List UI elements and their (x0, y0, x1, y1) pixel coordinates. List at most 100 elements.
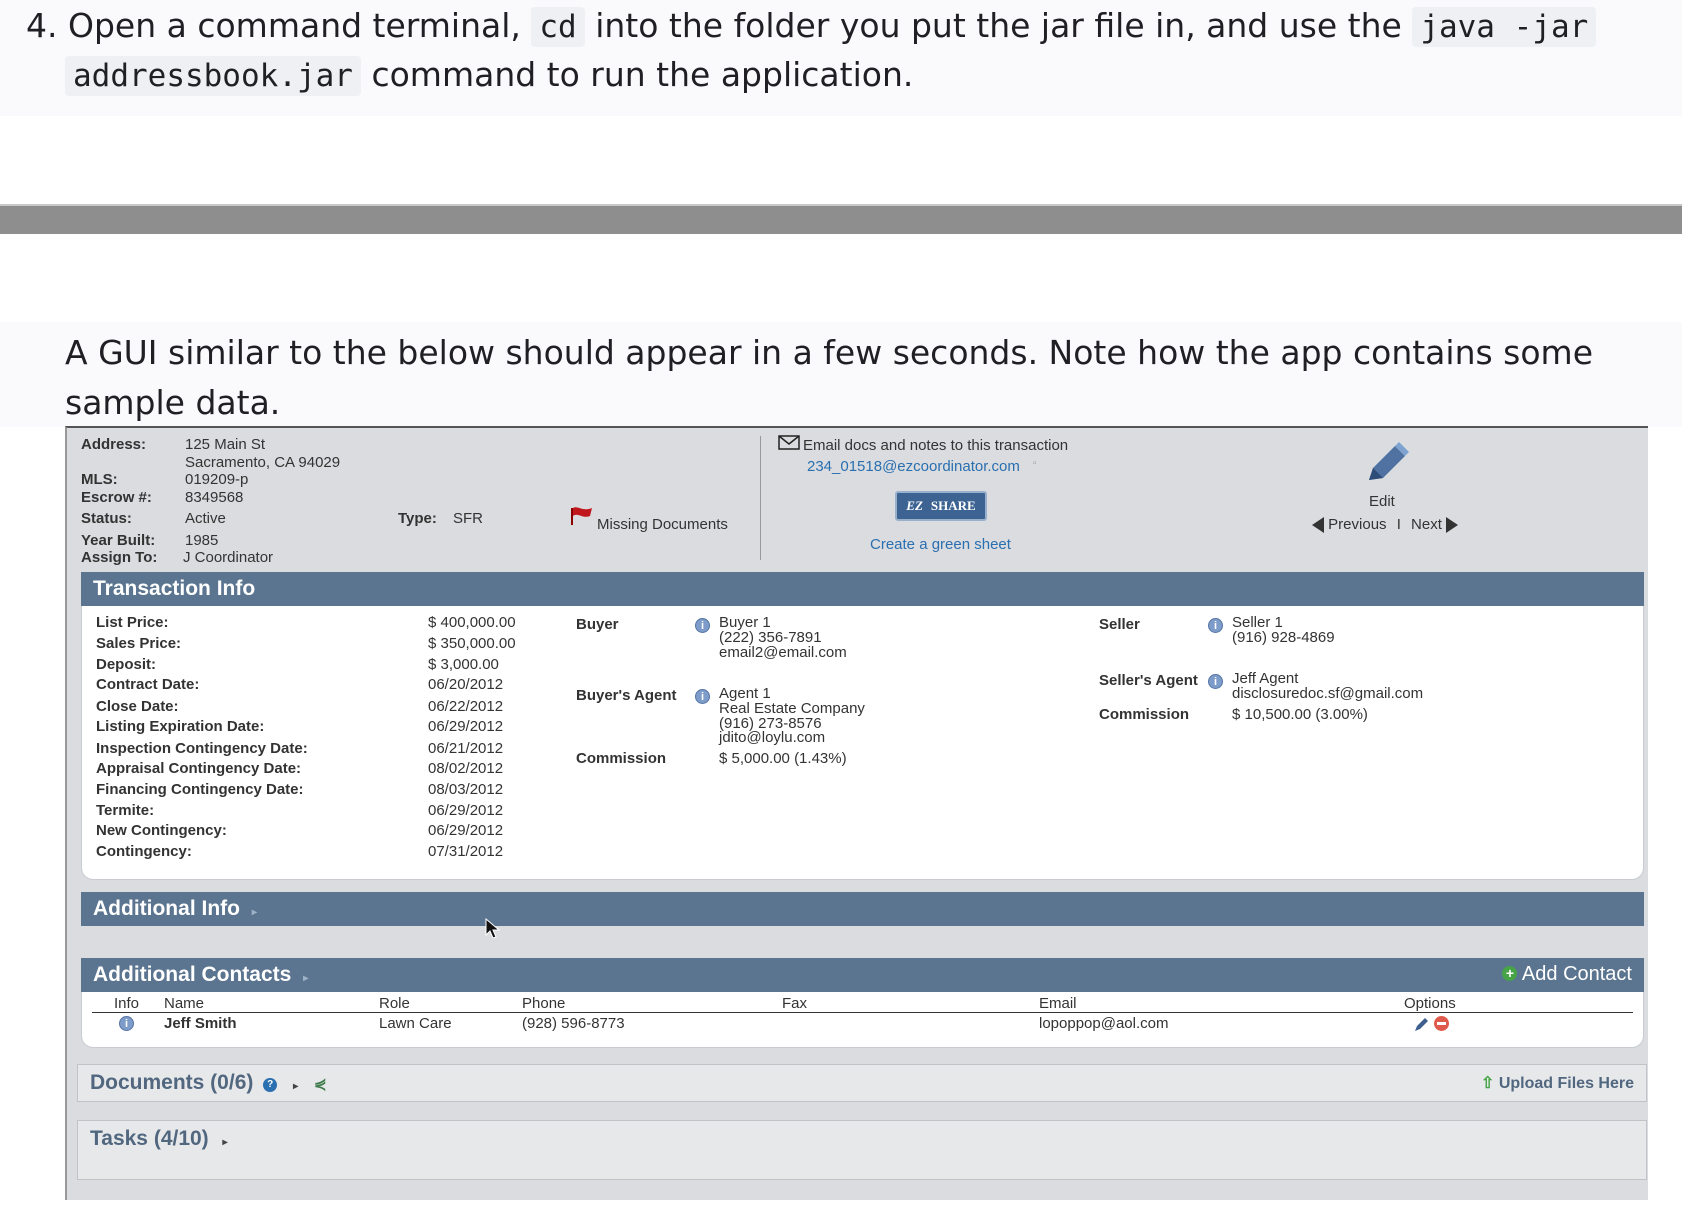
transaction-info-panel: List Price: $ 400,000.00 Sales Price: $ 350… (81, 606, 1644, 880)
previous-link[interactable]: Previous (1328, 516, 1386, 533)
contact-phone: (928) 596-8773 (522, 1015, 625, 1032)
col-fax: Fax (782, 995, 808, 1012)
documents-title: Documents (0/6) (90, 1071, 254, 1094)
transaction-row-value: 06/29/2012 (428, 802, 504, 819)
col-name: Name (164, 995, 205, 1012)
address-label: Address: (81, 436, 147, 453)
buyer-label: Buyer (576, 616, 619, 633)
transaction-row-value: 06/22/2012 (428, 698, 504, 715)
transaction-info-header[interactable]: Transaction Info (81, 572, 1644, 606)
red-flag-icon (570, 506, 594, 531)
copy-icon[interactable]: ▫ (1033, 458, 1037, 469)
share-label: SHARE (930, 498, 976, 513)
transaction-row-value: 07/31/2012 (428, 843, 504, 860)
step-text-part1: Open a command terminal, (68, 6, 521, 45)
step-line-2: addressbook.jar command to run the appli… (65, 55, 913, 96)
documents-help-icon[interactable]: ? (263, 1078, 278, 1092)
transaction-row-value: $ 350,000.00 (428, 635, 516, 652)
additional-info-header[interactable]: Additional Info ▸ (81, 892, 1644, 926)
code-addressbook-jar: addressbook.jar (65, 56, 361, 96)
missing-documents-link[interactable]: Missing Documents (597, 516, 728, 533)
step-line-1: 4. Open a command terminal, cd into the … (26, 6, 1597, 47)
intro-text: A GUI similar to the below should appear… (65, 333, 1594, 422)
seller-commission-value: $ 10,500.00 (3.00%) (1232, 706, 1368, 723)
assign-to-label: Assign To: (81, 549, 158, 566)
seller-commission-label: Commission (1099, 706, 1190, 723)
transaction-row-label: Contingency: (96, 843, 192, 860)
spacer (0, 116, 1682, 204)
expand-arrow-icon[interactable]: ▸ (293, 1081, 298, 1092)
bottom-cutoff (0, 1200, 1682, 1214)
add-contact-button[interactable]: + Add Contact (1502, 963, 1632, 986)
contact-role: Lawn Care (379, 1015, 452, 1032)
escrow-label: Escrow #: (81, 489, 152, 506)
additional-contacts-title: Additional Contacts (93, 963, 292, 986)
horizontal-divider (0, 204, 1682, 234)
transaction-row-label: Appraisal Contingency Date: (96, 760, 302, 777)
expand-arrow-icon[interactable]: ▸ (223, 1137, 228, 1148)
pencil-icon[interactable] (1361, 440, 1409, 489)
seller-info-icon[interactable]: i (1208, 618, 1223, 633)
buyer-email: email2@email.com (719, 644, 847, 661)
additional-contacts-header[interactable]: Additional Contacts ▸ + Add Contact (81, 958, 1644, 992)
escrow-value: 8349568 (185, 489, 244, 506)
app-screenshot: Address: 125 Main St Sacramento, CA 9402… (65, 426, 1648, 1200)
transaction-row-label: Inspection Contingency Date: (96, 740, 308, 757)
next-arrow-icon[interactable] (1446, 517, 1459, 534)
record-pager: Previous I Next (1312, 516, 1459, 534)
buyers-agent-label: Buyer's Agent (576, 687, 677, 704)
code-cd: cd (531, 7, 585, 47)
mls-label: MLS: (81, 471, 118, 488)
mls-value: 019209-p (185, 471, 249, 488)
step-number: 4. (26, 6, 58, 45)
plus-icon: + (1502, 966, 1518, 981)
buyers-agent-info-icon[interactable]: i (695, 689, 710, 704)
header-divider (760, 436, 761, 560)
buyer-commission-label: Commission (576, 750, 667, 767)
contact-email: lopoppop@aol.com (1039, 1015, 1169, 1032)
transaction-row-label: List Price: (96, 614, 169, 631)
assign-to-value: J Coordinator (183, 549, 274, 566)
col-options: Options (1404, 995, 1456, 1012)
transaction-email-link[interactable]: 234_01518@ezcoordinator.com (807, 458, 1020, 475)
transaction-row-value: 08/02/2012 (428, 760, 504, 777)
expand-arrow-icon[interactable]: ▸ (252, 907, 257, 918)
col-role: Role (379, 995, 410, 1012)
transaction-row-label: Sales Price: (96, 635, 182, 652)
share-prefix: EZ (906, 498, 923, 513)
expand-arrow-icon[interactable]: ▸ (303, 973, 308, 984)
agent-email: jdito@loylu.com (719, 729, 826, 746)
transaction-row-value: 06/29/2012 (428, 822, 504, 839)
transaction-row-label: New Contingency: (96, 822, 227, 839)
code-java-jar: java -jar (1412, 7, 1597, 47)
address-line1: 125 Main St (185, 436, 266, 453)
upload-files-button[interactable]: ⇧ Upload Files Here (1481, 1073, 1634, 1093)
documents-bar[interactable]: Documents (0/6) ? ▸ ⋞ ⇧ Upload Files Her… (77, 1064, 1647, 1102)
contact-info-icon[interactable]: i (119, 1016, 134, 1031)
documents-tree-icon[interactable]: ⋞ (314, 1076, 327, 1093)
sellers-agent-label: Seller's Agent (1099, 672, 1198, 689)
edit-link[interactable]: Edit (1369, 493, 1395, 510)
contacts-panel: Info Name Role Phone Fax Email Options i… (81, 992, 1644, 1048)
share-button[interactable]: EZ SHARE (895, 491, 987, 521)
seller-agent-email: disclosuredoc.sf@gmail.com (1232, 685, 1424, 702)
type-label: Type: (398, 510, 437, 527)
mouse-cursor-icon (485, 917, 501, 945)
transaction-row-label: Financing Contingency Date: (96, 781, 304, 798)
step-instruction: 4. Open a command terminal, cd into the … (0, 0, 1682, 116)
next-link[interactable]: Next (1411, 516, 1442, 533)
previous-arrow-icon[interactable] (1312, 517, 1324, 534)
contacts-header-rule (92, 1012, 1633, 1013)
buyer-info-icon[interactable]: i (695, 618, 710, 633)
delete-contact-icon[interactable] (1434, 1016, 1449, 1031)
tasks-bar[interactable]: Tasks (4/10) ▸ (77, 1120, 1647, 1180)
create-green-sheet-link[interactable]: Create a green sheet (870, 536, 1011, 553)
buyer-commission-value: $ 5,000.00 (1.43%) (719, 750, 847, 767)
edit-contact-icon[interactable] (1414, 1016, 1430, 1037)
sellers-agent-info-icon[interactable]: i (1208, 674, 1223, 689)
status-label: Status: (81, 510, 132, 527)
seller-label: Seller (1099, 616, 1140, 633)
transaction-row-value: $ 3,000.00 (428, 656, 499, 673)
spacer (0, 234, 1682, 322)
step-text-part2: into the folder you put the jar file in,… (595, 6, 1402, 45)
